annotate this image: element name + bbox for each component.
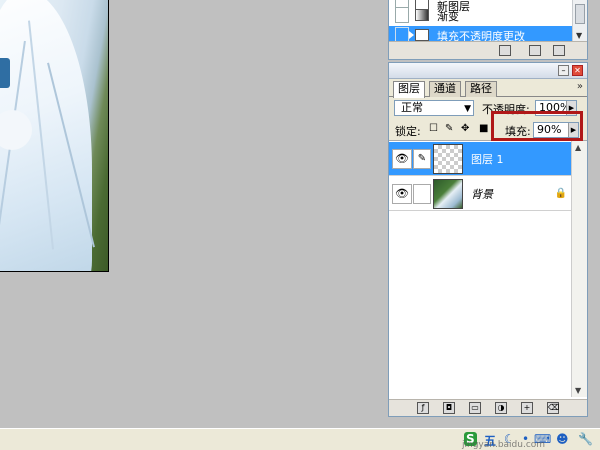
layers-scrollbar[interactable]: ▲ ▼ bbox=[571, 141, 587, 397]
layer-thumbnail bbox=[433, 144, 463, 174]
lock-transparency-icon[interactable]: ☐ bbox=[429, 124, 438, 134]
history-item-label: 渐变 bbox=[437, 10, 459, 23]
eye-icon[interactable]: 👁 bbox=[392, 149, 412, 169]
scroll-up-icon[interactable]: ▲ bbox=[575, 143, 581, 152]
lock-label: 锁定: bbox=[395, 125, 421, 138]
history-state-icon bbox=[415, 29, 429, 41]
fill-label: 填充: bbox=[505, 125, 531, 138]
watermark-text: jingyan.baidu.com bbox=[462, 440, 546, 450]
lock-paint-icon[interactable]: ✎ bbox=[445, 124, 453, 134]
lock-bar: 锁定: ☐ ✎ ✥ ■ 填充: 90% ▶ bbox=[389, 111, 587, 141]
folder-icon[interactable]: ▭ bbox=[469, 402, 481, 414]
scroll-down-icon[interactable]: ▼ bbox=[576, 31, 582, 40]
panel-titlebar[interactable]: – ✕ bbox=[389, 63, 587, 79]
tab-channels[interactable]: 通道 bbox=[429, 81, 461, 97]
history-state-marker-icon bbox=[409, 31, 414, 39]
history-item[interactable]: 渐变 bbox=[389, 6, 573, 24]
new-layer-icon[interactable]: + bbox=[521, 402, 533, 414]
canvas-image[interactable] bbox=[0, 0, 109, 272]
lock-icon: 🔒 bbox=[554, 188, 567, 199]
settings-icon[interactable]: 🔧 bbox=[578, 432, 593, 446]
panel-tabs: 图层 通道 路径 » bbox=[389, 79, 587, 98]
fill-field[interactable]: 90% ▶ bbox=[533, 122, 579, 138]
new-document-icon[interactable] bbox=[499, 45, 511, 56]
blend-mode-select[interactable]: 正常 ▼ bbox=[394, 100, 474, 116]
tab-layers[interactable]: 图层 bbox=[393, 81, 425, 98]
history-panel: 新图层 渐变 填充不透明度更改 ▼ bbox=[388, 0, 588, 60]
gradient-icon bbox=[415, 9, 429, 21]
link-slot[interactable] bbox=[413, 184, 431, 204]
adjustment-layer-icon[interactable]: ◑ bbox=[495, 402, 507, 414]
mask-icon[interactable]: ◘ bbox=[443, 402, 455, 414]
close-icon[interactable]: ✕ bbox=[572, 65, 583, 76]
layer-thumbnail bbox=[433, 179, 463, 209]
eye-icon[interactable]: 👁 bbox=[392, 184, 412, 204]
panel-menu-icon[interactable]: » bbox=[577, 81, 583, 92]
photo-blue-accent bbox=[0, 58, 10, 88]
snapshot-icon[interactable] bbox=[529, 45, 541, 56]
layer-style-icon[interactable]: ƒ bbox=[417, 402, 429, 414]
chevron-down-icon: ▼ bbox=[464, 104, 471, 114]
fill-value: 90% bbox=[537, 123, 562, 136]
layer-row-background[interactable]: 👁 背景 🔒 bbox=[389, 177, 571, 211]
scroll-down-icon[interactable]: ▼ bbox=[575, 386, 581, 395]
layers-panel: – ✕ 图层 通道 路径 » 正常 ▼ 不透明度: 100% ▶ 锁定: ☐ ✎… bbox=[388, 62, 588, 417]
user-icon[interactable]: ☻ bbox=[556, 432, 569, 446]
trash-icon[interactable]: ⌫ bbox=[547, 402, 559, 414]
layers-footer: ƒ ◘ ▭ ◑ + ⌫ bbox=[389, 399, 587, 416]
trash-icon[interactable] bbox=[553, 45, 565, 56]
tab-paths[interactable]: 路径 bbox=[465, 81, 497, 97]
layer-name: 背景 bbox=[471, 188, 493, 201]
lock-all-icon[interactable]: ■ bbox=[479, 124, 488, 134]
lock-move-icon[interactable]: ✥ bbox=[461, 124, 469, 134]
layer-row-layer1[interactable]: 👁 ✎ 图层 1 bbox=[389, 142, 571, 176]
blend-mode-value: 正常 bbox=[401, 101, 423, 114]
fill-slider-icon[interactable]: ▶ bbox=[568, 123, 578, 137]
scroll-thumb[interactable] bbox=[575, 4, 585, 24]
history-scrollbar[interactable]: ▼ bbox=[572, 0, 587, 42]
history-footer bbox=[389, 41, 587, 59]
snapshot-checkbox[interactable] bbox=[395, 7, 409, 23]
brush-icon[interactable]: ✎ bbox=[413, 149, 431, 169]
layer-name: 图层 1 bbox=[471, 153, 504, 166]
minimize-icon[interactable]: – bbox=[558, 65, 569, 76]
